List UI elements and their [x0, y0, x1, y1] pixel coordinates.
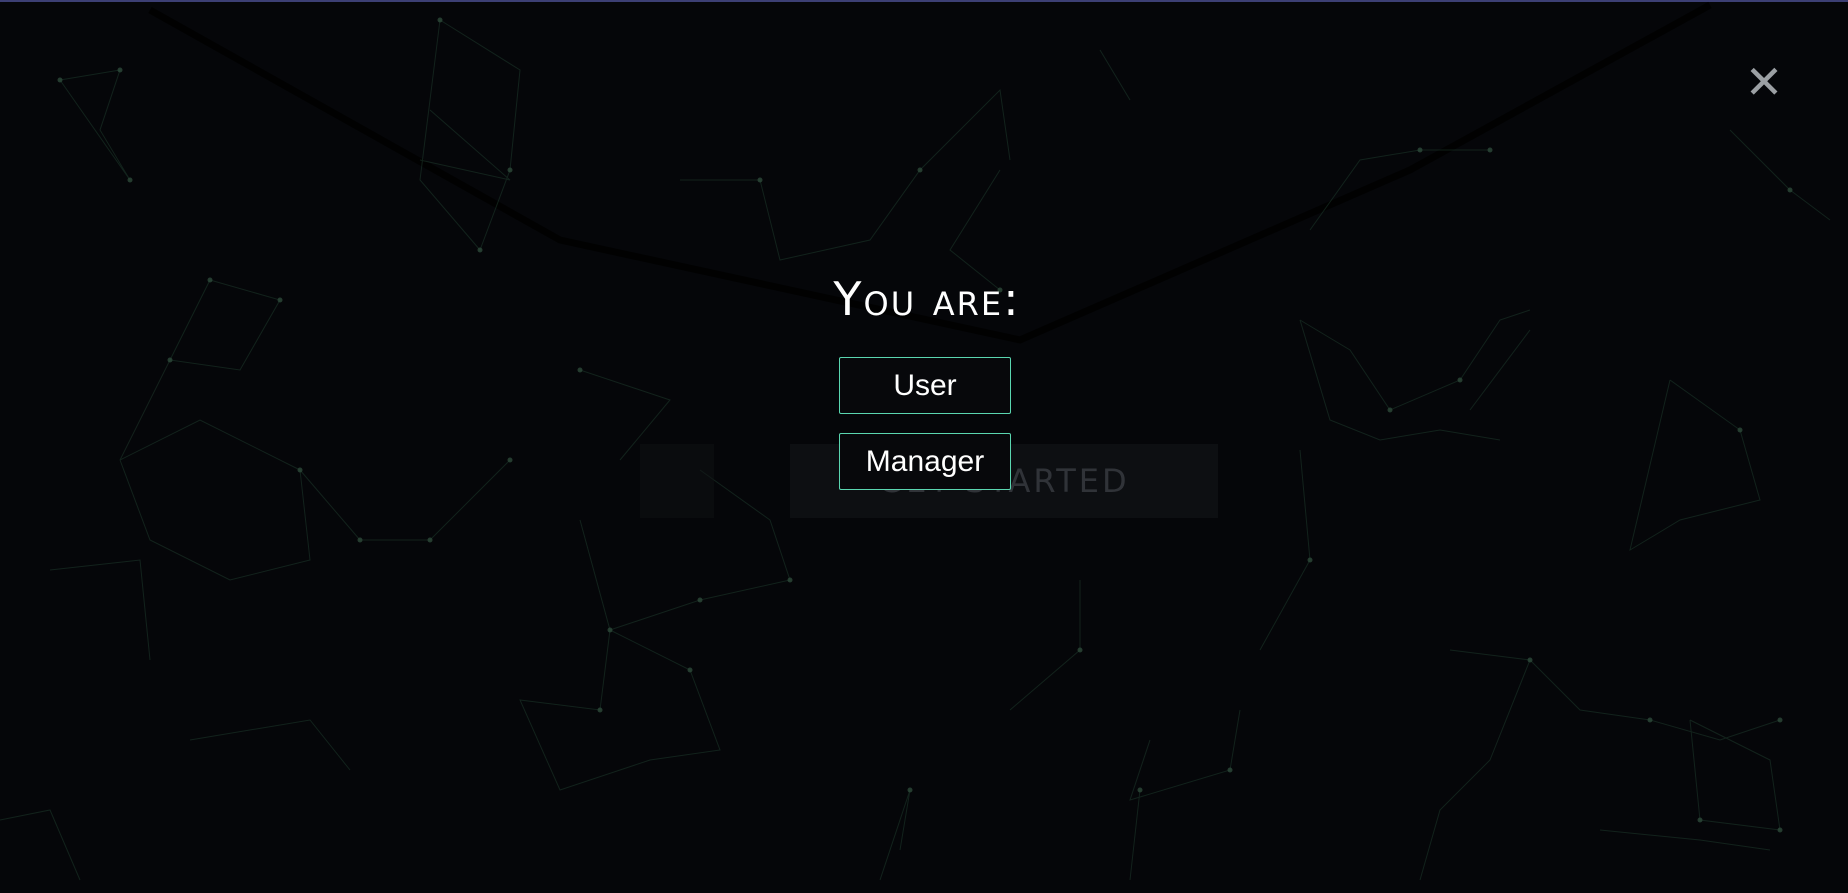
role-selection-modal: ✕ You are: User Manager: [0, 0, 1848, 893]
manager-role-button[interactable]: Manager: [839, 433, 1011, 490]
modal-title: You are:: [833, 272, 1021, 326]
landing-page: GET STARTED ✕ You are: User Manager: [0, 0, 1848, 893]
user-role-button[interactable]: User: [839, 357, 1011, 414]
close-icon[interactable]: ✕: [1740, 58, 1788, 106]
